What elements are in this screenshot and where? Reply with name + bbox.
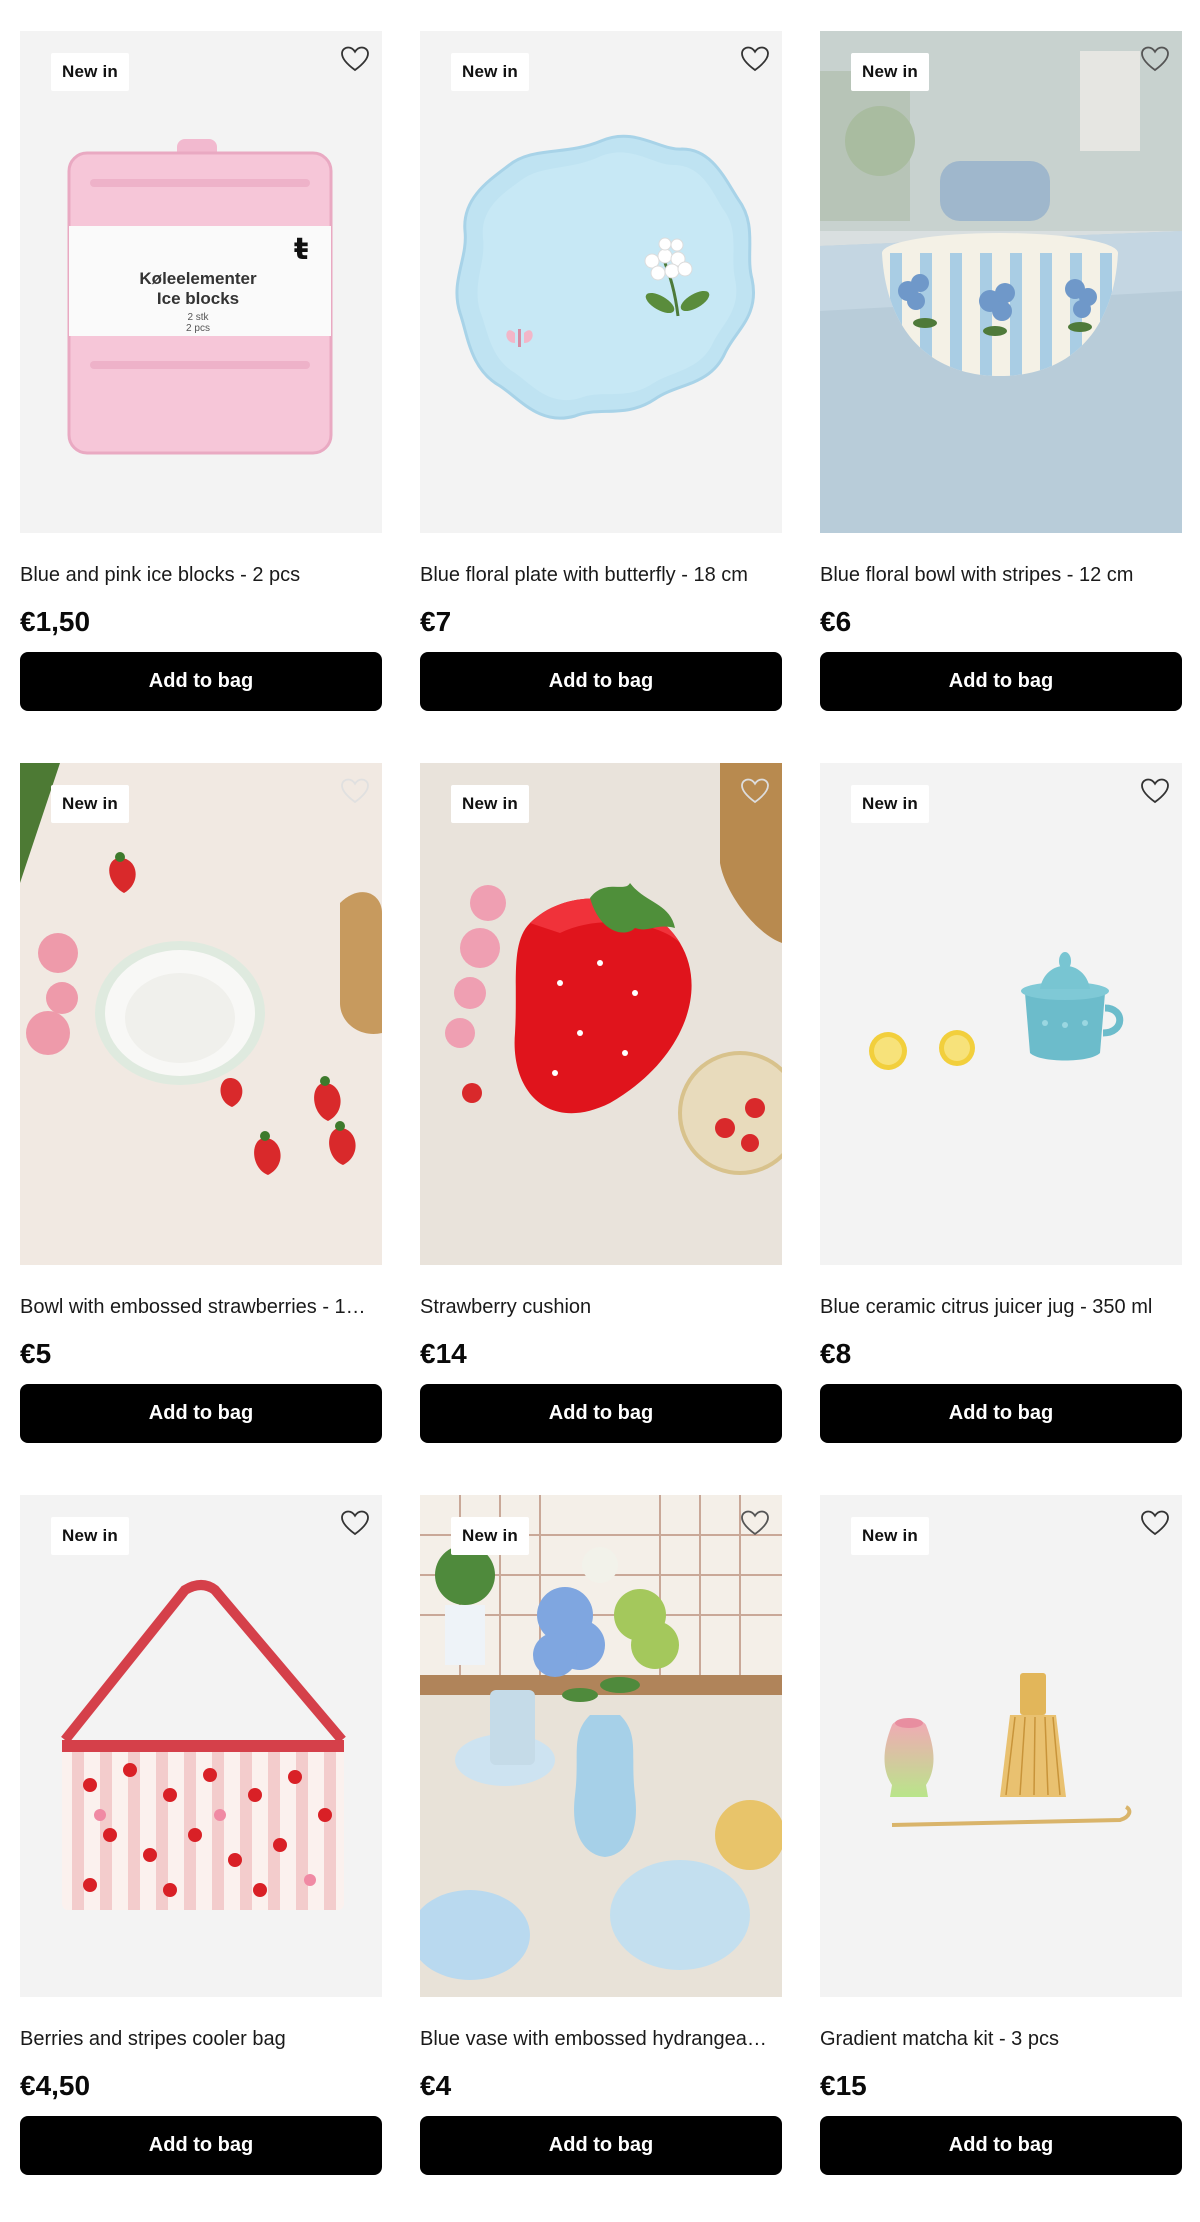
product-card[interactable]: New in Strawberry cushion €14 Add to bag — [420, 763, 782, 1443]
product-card[interactable]: New in Berries and stripes cooler bag €4… — [20, 1495, 382, 2175]
product-image[interactable]: New in — [420, 31, 782, 533]
product-card[interactable]: New in Gradient matcha kit - 3 pcs €15 A… — [820, 1495, 1182, 2175]
product-title[interactable]: Blue floral bowl with stripes - 12 cm — [820, 562, 1182, 588]
pack-label-1: Køleelementer — [139, 269, 257, 288]
product-price: €7 — [420, 606, 452, 637]
product-image[interactable]: New in — [420, 1495, 782, 1997]
product-image[interactable]: New in — [820, 1495, 1182, 1997]
heart-icon[interactable] — [340, 45, 370, 73]
svg-text:ŧ: ŧ — [294, 232, 308, 267]
product-title[interactable]: Gradient matcha kit - 3 pcs — [820, 2026, 1182, 2052]
product-price: €1,50 — [20, 606, 91, 637]
product-price: €4,50 — [20, 2070, 91, 2101]
product-image[interactable]: New in — [820, 31, 1182, 533]
add-to-bag-button[interactable]: Add to bag — [20, 2116, 382, 2175]
product-price: €8 — [820, 1338, 852, 1369]
product-grid: ŧ Køleelementer Ice blocks 2 stk 2 pcs N… — [20, 31, 1182, 2175]
new-in-badge: New in — [851, 785, 929, 823]
new-in-badge: New in — [51, 1517, 129, 1555]
heart-icon[interactable] — [340, 777, 370, 805]
product-title[interactable]: Blue vase with embossed hydrangea… — [420, 2026, 782, 2052]
cooler-bag-image — [20, 1495, 382, 1997]
product-price: €14 — [420, 1338, 467, 1369]
new-in-badge: New in — [451, 1517, 529, 1555]
add-to-bag-button[interactable]: Add to bag — [20, 1384, 382, 1443]
heart-icon[interactable] — [740, 45, 770, 73]
product-card[interactable]: ŧ Køleelementer Ice blocks 2 stk 2 pcs N… — [20, 31, 382, 711]
pack-label-2: Ice blocks — [157, 289, 239, 308]
heart-icon[interactable] — [1140, 45, 1170, 73]
product-image[interactable]: New in — [820, 763, 1182, 1265]
product-title[interactable]: Bowl with embossed strawberries - 1… — [20, 1294, 382, 1320]
product-title[interactable]: Strawberry cushion — [420, 1294, 782, 1320]
heart-icon[interactable] — [1140, 777, 1170, 805]
hydrangea-vase-image — [420, 1495, 782, 1997]
strawberry-cushion-image — [420, 763, 782, 1265]
product-card[interactable]: New in Blue floral bowl with stripes - 1… — [820, 31, 1182, 711]
new-in-badge: New in — [51, 53, 129, 91]
product-price: €6 — [820, 606, 852, 637]
product-image[interactable]: New in — [420, 763, 782, 1265]
heart-icon[interactable] — [740, 1509, 770, 1537]
product-image[interactable]: New in — [20, 763, 382, 1265]
strawberry-bowl-image — [20, 763, 382, 1265]
add-to-bag-button[interactable]: Add to bag — [20, 652, 382, 711]
floral-plate-image — [420, 31, 782, 533]
new-in-badge: New in — [851, 53, 929, 91]
pack-label-4: 2 pcs — [186, 323, 210, 334]
add-to-bag-button[interactable]: Add to bag — [420, 652, 782, 711]
product-title[interactable]: Blue floral plate with butterfly - 18 cm — [420, 562, 782, 588]
add-to-bag-button[interactable]: Add to bag — [820, 2116, 1182, 2175]
product-card[interactable]: New in Blue ceramic citrus juicer jug - … — [820, 763, 1182, 1443]
heart-icon[interactable] — [1140, 1509, 1170, 1537]
product-card[interactable]: New in Blue vase with embossed hydrangea… — [420, 1495, 782, 2175]
product-image[interactable]: New in — [20, 1495, 382, 1997]
add-to-bag-button[interactable]: Add to bag — [420, 1384, 782, 1443]
pack-label-3: 2 stk — [187, 312, 209, 323]
product-image[interactable]: ŧ Køleelementer Ice blocks 2 stk 2 pcs N… — [20, 31, 382, 533]
new-in-badge: New in — [451, 785, 529, 823]
product-title[interactable]: Berries and stripes cooler bag — [20, 2026, 382, 2052]
product-price: €15 — [820, 2070, 867, 2101]
product-title[interactable]: Blue ceramic citrus juicer jug - 350 ml — [820, 1294, 1182, 1320]
new-in-badge: New in — [51, 785, 129, 823]
product-price: €4 — [420, 2070, 452, 2101]
heart-icon[interactable] — [740, 777, 770, 805]
ice-blocks-image: ŧ Køleelementer Ice blocks 2 stk 2 pcs — [20, 31, 382, 533]
product-card[interactable]: New in Bowl with embossed strawberries -… — [20, 763, 382, 1443]
citrus-juicer-image — [820, 763, 1182, 1265]
add-to-bag-button[interactable]: Add to bag — [820, 1384, 1182, 1443]
heart-icon[interactable] — [340, 1509, 370, 1537]
matcha-kit-image — [820, 1495, 1182, 1997]
add-to-bag-button[interactable]: Add to bag — [420, 2116, 782, 2175]
product-title[interactable]: Blue and pink ice blocks - 2 pcs — [20, 562, 382, 588]
product-price: €5 — [20, 1338, 52, 1369]
floral-bowl-image — [820, 31, 1182, 533]
add-to-bag-button[interactable]: Add to bag — [820, 652, 1182, 711]
new-in-badge: New in — [451, 53, 529, 91]
new-in-badge: New in — [851, 1517, 929, 1555]
product-card[interactable]: New in Blue floral plate with butterfly … — [420, 31, 782, 711]
